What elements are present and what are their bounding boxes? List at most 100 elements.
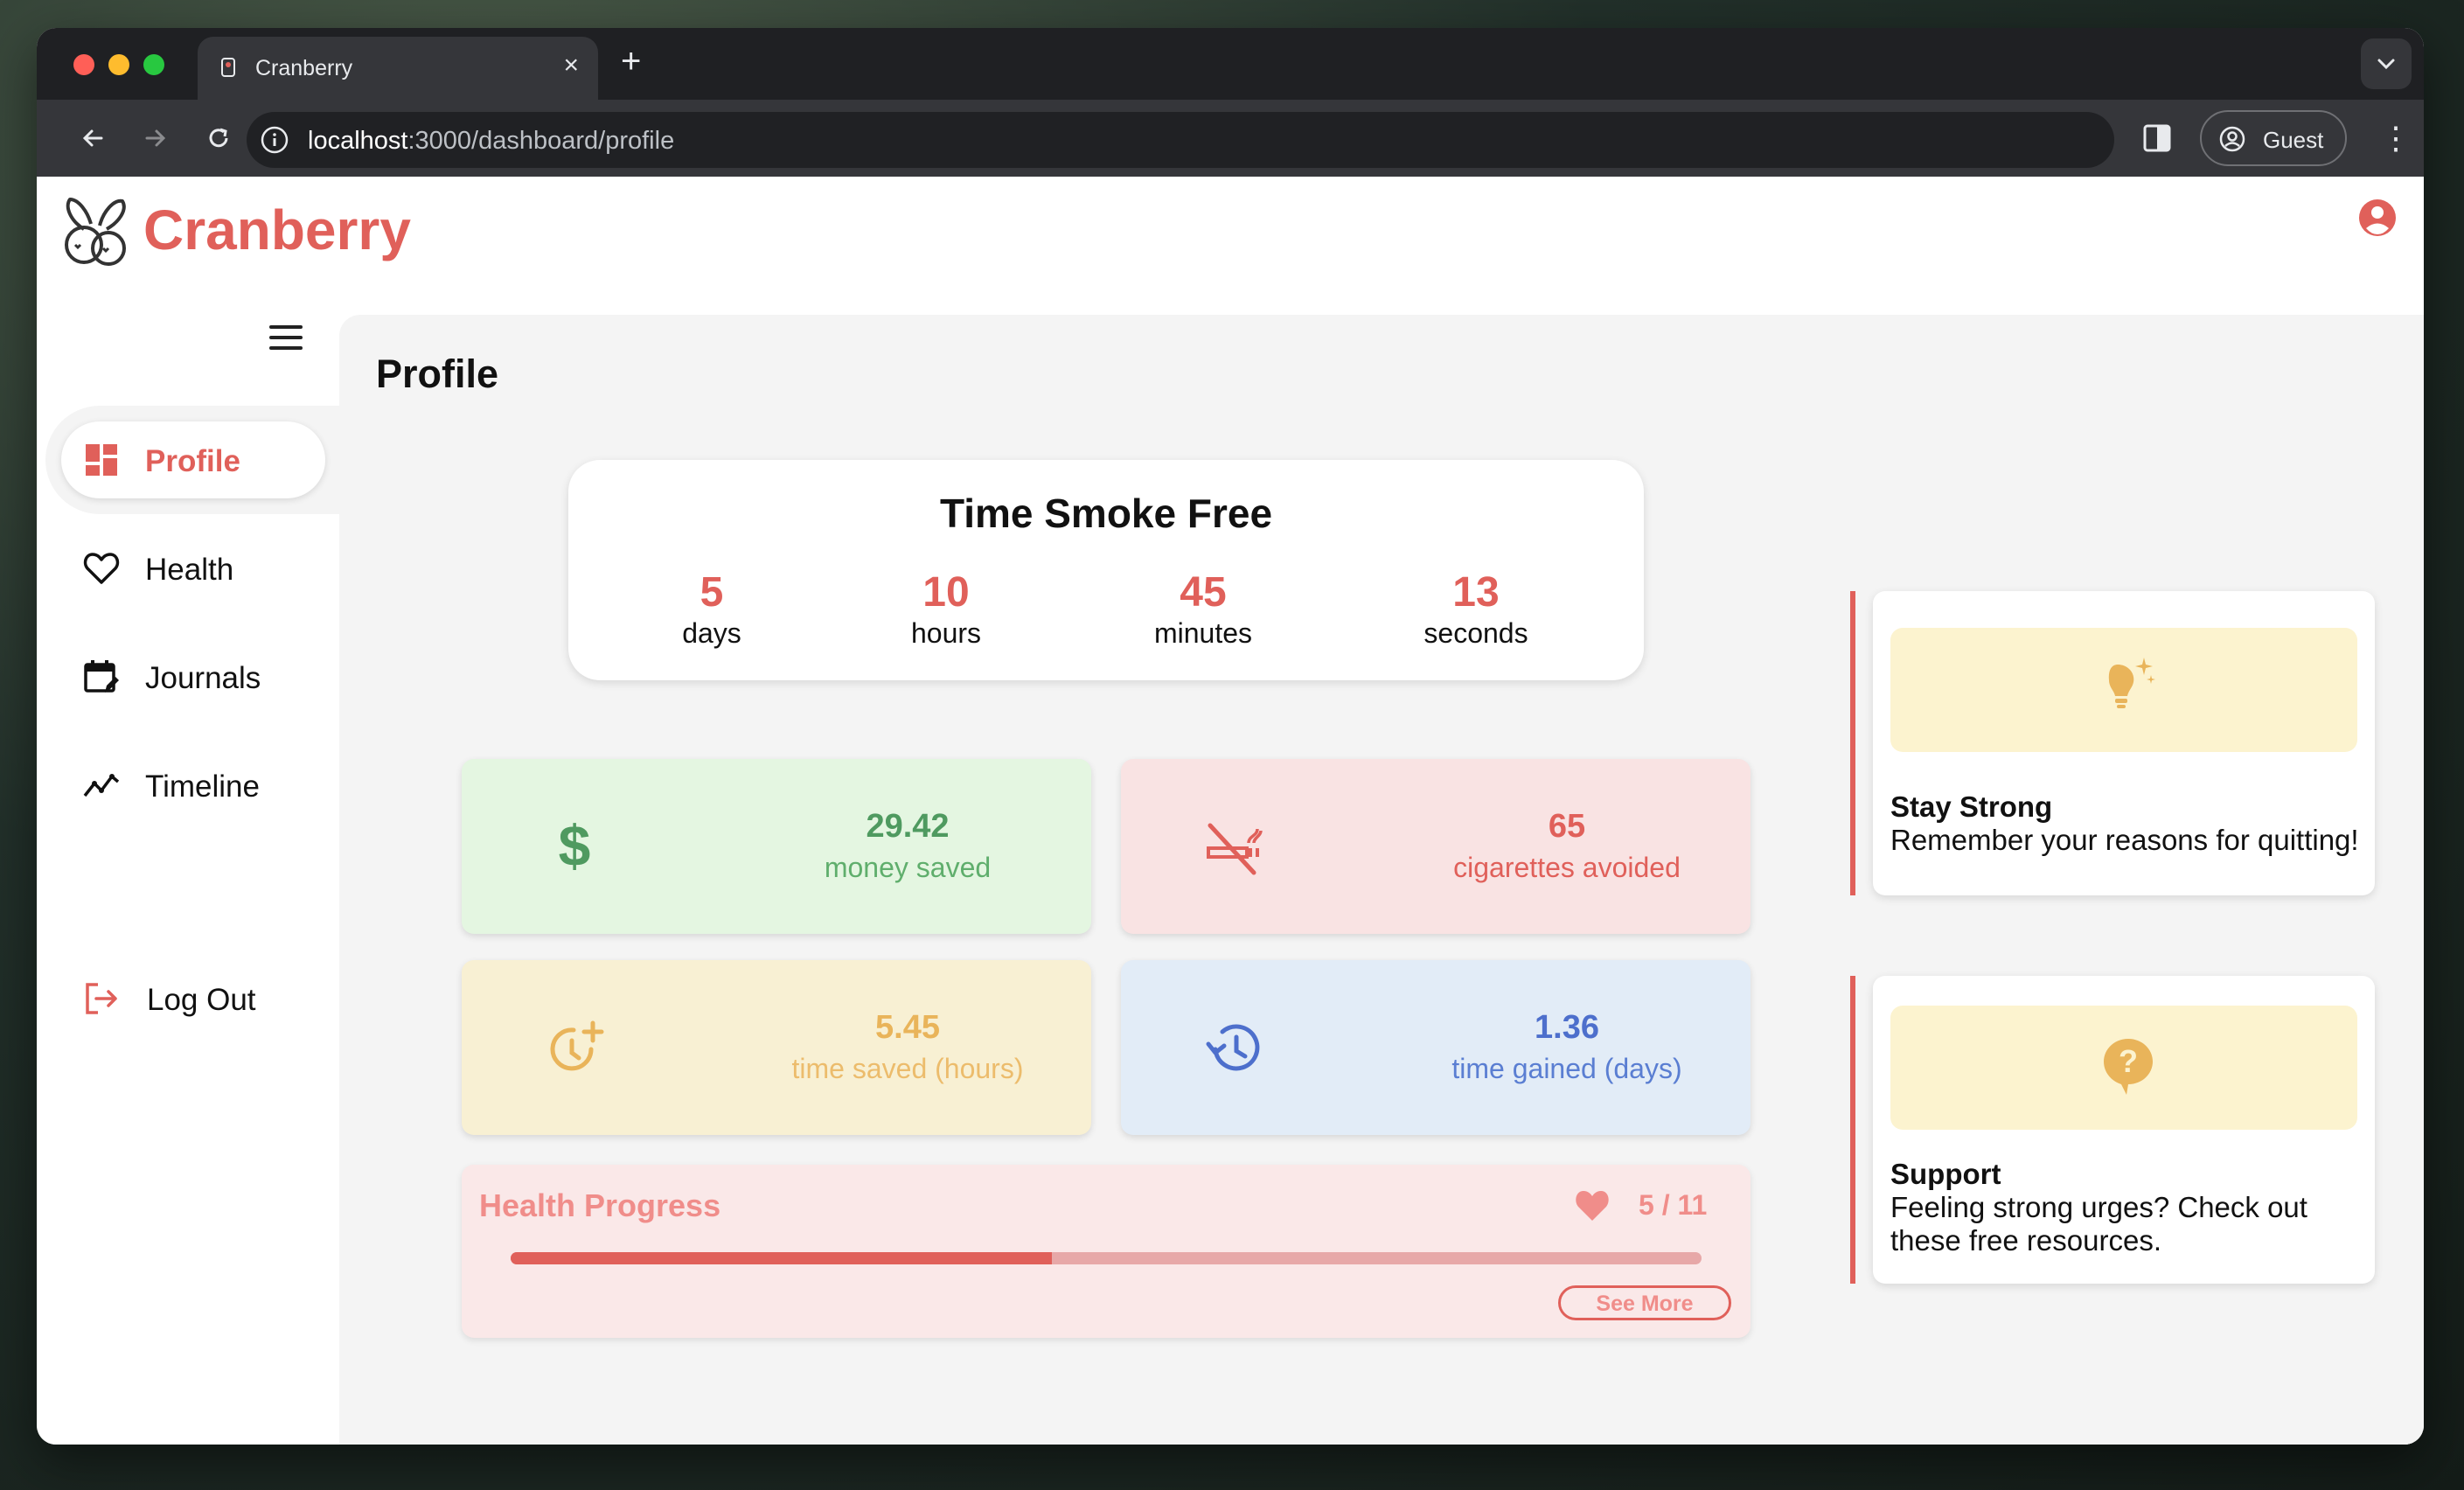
- calendar-edit-icon: [84, 660, 119, 693]
- logout-label: Log Out: [147, 983, 256, 1017]
- tip-accent-bar: [1850, 591, 1855, 895]
- browser-menu-button[interactable]: ⋮: [2380, 121, 2412, 156]
- sidebar-item-timeline[interactable]: Timeline: [61, 747, 325, 824]
- forward-button[interactable]: [138, 121, 173, 156]
- sidebar-item-label: Timeline: [145, 769, 260, 804]
- tab-title: Cranberry: [255, 56, 353, 80]
- money-saved-value: 29.42: [866, 808, 950, 845]
- cigarettes-avoided-label: cigarettes avoided: [1453, 852, 1681, 883]
- heart-icon: [1576, 1191, 1609, 1221]
- minutes-label: minutes: [1153, 617, 1253, 649]
- days-counter: 5 days: [624, 570, 799, 651]
- tip-text: Feeling strong urges? Check out these fr…: [1890, 1191, 2307, 1257]
- hours-label: hours: [910, 617, 982, 649]
- minimize-window-button[interactable]: [108, 54, 129, 75]
- tip-banner: ?: [1890, 1006, 2357, 1130]
- stay-strong-card: Stay Strong Remember your reasons for qu…: [1873, 591, 2375, 895]
- close-tab-icon[interactable]: ×: [563, 52, 579, 79]
- browser-tab[interactable]: Cranberry ×: [198, 37, 598, 100]
- site-info-icon[interactable]: [259, 124, 290, 156]
- address-bar[interactable]: localhost:3000/dashboard/profile: [247, 112, 2114, 168]
- days-label: days: [682, 617, 741, 649]
- logout-button[interactable]: Log Out: [61, 960, 325, 1037]
- reload-button[interactable]: [201, 121, 236, 156]
- health-progress-bar: [511, 1252, 1702, 1264]
- see-more-button[interactable]: See More: [1558, 1285, 1731, 1320]
- time-gained-card: 1.36 time gained (days): [1121, 960, 1751, 1135]
- app-page: Cranberry Profile Health Journals Timeli…: [37, 177, 2424, 1445]
- browser-window: Cranberry × + localhost:3000/dashboard/p…: [37, 28, 2424, 1445]
- question-icon: ?: [2104, 1039, 2153, 1095]
- sidebar-item-journals[interactable]: Journals: [61, 638, 325, 715]
- time-smoke-free-title: Time Smoke Free: [939, 491, 1273, 536]
- arrow-left-icon: [82, 129, 103, 147]
- days-value: 5: [700, 569, 724, 616]
- back-button[interactable]: [75, 121, 110, 156]
- seconds-counter: 13 seconds: [1389, 570, 1563, 651]
- page-title: Profile: [376, 352, 499, 396]
- close-window-button[interactable]: [73, 54, 94, 75]
- health-progress-card: Health Progress 5 / 11 See More: [462, 1165, 1751, 1338]
- svg-text:?: ?: [2119, 1043, 2138, 1079]
- favicon-icon: [217, 56, 240, 79]
- tip-banner: [1890, 628, 2357, 752]
- time-smoke-free-card: Time Smoke Free 5 days 10 hours 45 minut…: [568, 460, 1644, 680]
- hamburger-line: [269, 346, 303, 350]
- time-gained-label: time gained (days): [1451, 1053, 1682, 1084]
- svg-text:$: $: [559, 817, 591, 878]
- seconds-value: 13: [1452, 569, 1500, 616]
- account-circle-icon: [2219, 126, 2245, 152]
- sidebar-item-label: Health: [145, 553, 234, 587]
- sidebar-item-profile[interactable]: Profile: [61, 421, 325, 498]
- health-progress-count: 5 / 11: [1639, 1189, 1708, 1221]
- sidebar-item-label: Profile: [145, 444, 240, 478]
- minutes-counter: 45 minutes: [1116, 570, 1291, 651]
- chevron-down-icon: [2377, 59, 2395, 70]
- profile-button[interactable]: Guest: [2200, 110, 2347, 166]
- menu-toggle-button[interactable]: [269, 325, 303, 352]
- dollar-icon: $: [559, 817, 591, 878]
- cigarettes-avoided-card: 65 cigarettes avoided: [1121, 759, 1751, 934]
- url-text: localhost:3000/dashboard/profile: [308, 127, 674, 156]
- tip-title: Stay Strong: [1890, 790, 2053, 823]
- history-icon: [1206, 1024, 1260, 1071]
- time-saved-card: 5.45 time saved (hours): [462, 960, 1091, 1135]
- money-saved-card: $ 29.42 money saved: [462, 759, 1091, 934]
- sidebar-item-health[interactable]: Health: [61, 530, 325, 607]
- trend-line-icon: [83, 774, 120, 797]
- url-path: :3000/dashboard/profile: [407, 127, 675, 155]
- dashboard-icon: [86, 444, 117, 476]
- seconds-label: seconds: [1423, 617, 1528, 649]
- sidebar-item-label: Journals: [145, 661, 261, 695]
- cranberry-logo-icon: [65, 198, 126, 266]
- heart-icon: [83, 553, 120, 584]
- maximize-window-button[interactable]: [143, 54, 164, 75]
- cigarettes-avoided-value: 65: [1548, 808, 1586, 845]
- profile-label: Guest: [2263, 127, 2324, 153]
- brand-name: Cranberry: [143, 198, 411, 261]
- hours-counter: 10 hours: [859, 570, 1034, 651]
- side-panel-icon[interactable]: [2142, 122, 2172, 154]
- money-saved-label: money saved: [824, 852, 992, 883]
- tip-title: Support: [1890, 1158, 2001, 1190]
- tab-strip: Cranberry × +: [37, 28, 2424, 100]
- url-host: localhost: [308, 127, 408, 155]
- hamburger-line: [269, 336, 303, 339]
- support-card[interactable]: ? Support Feeling strong urges? Check ou…: [1873, 976, 2375, 1284]
- lightbulb-icon: [2108, 658, 2155, 708]
- health-progress-title: Health Progress: [479, 1187, 721, 1223]
- time-saved-value: 5.45: [875, 1009, 940, 1046]
- new-tab-button[interactable]: +: [621, 44, 641, 79]
- logout-icon: [86, 983, 117, 1014]
- hamburger-line: [269, 325, 303, 329]
- reload-icon: [209, 128, 228, 148]
- clock-plus-icon: [550, 1020, 604, 1071]
- browser-toolbar: localhost:3000/dashboard/profile Guest ⋮: [37, 100, 2424, 177]
- user-account-icon[interactable]: [2357, 198, 2398, 238]
- time-saved-label: time saved (hours): [791, 1053, 1024, 1084]
- hours-value: 10: [922, 569, 970, 616]
- tab-search-button[interactable]: [2361, 38, 2412, 89]
- time-gained-value: 1.36: [1535, 1009, 1599, 1046]
- minutes-value: 45: [1180, 569, 1227, 616]
- tip-accent-bar: [1850, 976, 1855, 1284]
